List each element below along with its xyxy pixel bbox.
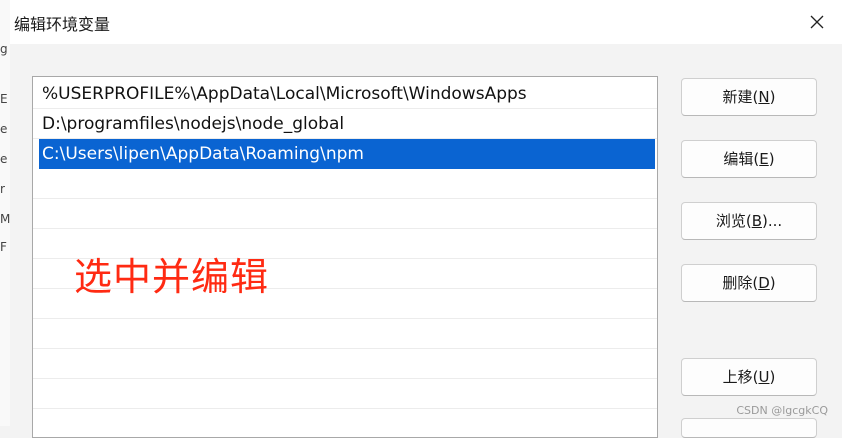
edit-button-accesskey: E (759, 150, 769, 168)
list-item[interactable]: %USERPROFILE%\AppData\Local\Microsoft\Wi… (33, 79, 657, 109)
new-button-accesskey: N (758, 88, 770, 106)
list-item[interactable]: D:\programfiles\nodejs\node_global (33, 109, 657, 139)
edge-glyph: F (0, 240, 7, 254)
list-item-empty[interactable] (33, 379, 657, 409)
move-up-button-label: 上移( (722, 368, 759, 386)
annotation-text: 选中并编辑 (74, 255, 270, 299)
browse-button-label: 浏览( (715, 212, 752, 230)
new-button-label: 新建( (722, 88, 759, 106)
edge-glyph: e (0, 122, 8, 136)
move-up-button-suffix: ) (769, 368, 776, 386)
delete-button-suffix: ) (769, 274, 776, 292)
move-up-button-accesskey: U (758, 368, 770, 386)
delete-button-accesskey: D (758, 274, 770, 292)
list-item-empty[interactable] (33, 349, 657, 379)
browse-button-accesskey: B (751, 212, 762, 230)
list-item-empty[interactable] (33, 409, 657, 437)
list-item-selected[interactable]: C:\Users\lipen\AppData\Roaming\npm (39, 139, 655, 169)
list-item-empty[interactable] (33, 199, 657, 229)
edit-button-suffix: ) (768, 150, 775, 168)
edge-glyph: M (0, 212, 11, 226)
close-button[interactable] (798, 3, 836, 41)
move-down-button-partial[interactable] (681, 418, 817, 438)
list-item-empty[interactable] (33, 319, 657, 349)
edit-button-label: 编辑( (723, 150, 760, 168)
close-icon (810, 15, 824, 29)
title-bar: 编辑环境变量 (10, 0, 842, 44)
edit-environment-variable-dialog: 编辑环境变量 %USERPROFILE%\AppData\Local\Micro… (10, 0, 842, 438)
delete-button-label: 删除( (722, 274, 759, 292)
list-item-empty[interactable] (33, 169, 657, 199)
edit-button[interactable]: 编辑(E) (681, 140, 817, 178)
dialog-title: 编辑环境变量 (14, 15, 111, 34)
edge-glyph: r (0, 182, 5, 196)
new-button[interactable]: 新建(N) (681, 78, 817, 116)
delete-button[interactable]: 删除(D) (681, 264, 817, 302)
edge-glyph: e (0, 152, 8, 166)
browse-button-suffix: )... (762, 212, 783, 230)
watermark: CSDN @lgcgkCQ (736, 404, 828, 417)
edge-glyph: g (0, 42, 8, 56)
edge-glyph: E (0, 92, 8, 106)
move-up-button[interactable]: 上移(U) (681, 358, 817, 396)
new-button-suffix: ) (769, 88, 776, 106)
browse-button[interactable]: 浏览(B)... (681, 202, 817, 240)
